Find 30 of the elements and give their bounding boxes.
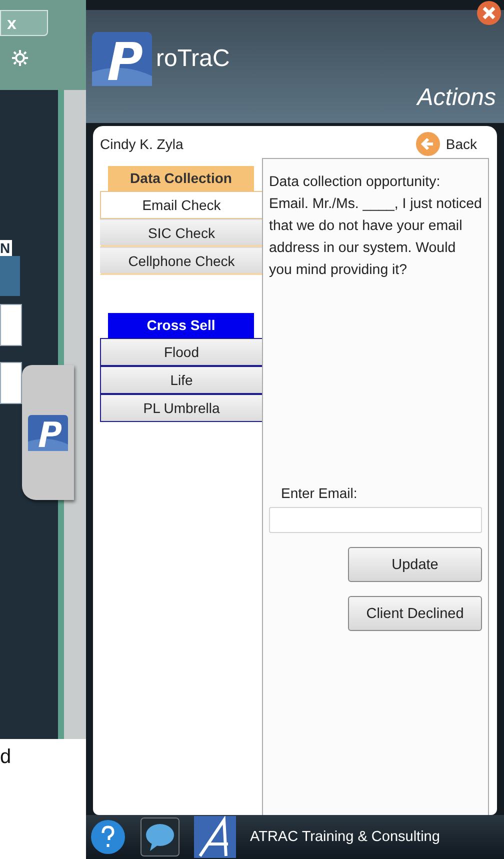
menu-item[interactable]: Life xyxy=(100,366,262,394)
gear-icon[interactable] xyxy=(10,48,30,68)
menu-item[interactable]: Cellphone Check xyxy=(100,247,262,275)
menu-item[interactable]: PL Umbrella xyxy=(100,394,262,422)
email-field[interactable] xyxy=(269,507,482,533)
menu-item[interactable]: Flood xyxy=(100,338,262,366)
action-button[interactable]: Client Declined xyxy=(348,596,482,631)
chat-icon[interactable] xyxy=(140,817,180,857)
app-title: roTraC xyxy=(156,45,230,73)
field-label: Enter Email: xyxy=(281,485,358,501)
background-field xyxy=(0,304,22,346)
prompt-text: Data collection opportunity: Email. Mr./Ms. ____, I just noticed that we do not have your email address in our system. Would you mind providing it? xyxy=(269,173,482,280)
back-button[interactable]: Back xyxy=(414,131,489,157)
group-heading: Data Collection xyxy=(108,166,254,191)
group-heading: Cross Sell xyxy=(108,313,254,338)
p-logo-icon xyxy=(28,414,68,450)
company-name: ATRAC Training & Consulting xyxy=(250,829,440,845)
section-title: Actions xyxy=(417,84,496,112)
background-text: d xyxy=(0,745,12,769)
background-panel xyxy=(0,256,20,296)
help-icon[interactable] xyxy=(90,819,126,855)
menu-item[interactable]: SIC Check xyxy=(100,219,262,247)
menu-item[interactable]: Email Check xyxy=(100,191,262,219)
p-logo-icon xyxy=(92,32,152,86)
action-button[interactable]: Update xyxy=(348,547,482,582)
customer-name: Cindy K. Zyla xyxy=(100,136,184,152)
background-field xyxy=(0,362,22,404)
side-tab[interactable] xyxy=(22,365,74,500)
background-text: N xyxy=(0,240,12,256)
close-icon[interactable] xyxy=(476,0,502,26)
